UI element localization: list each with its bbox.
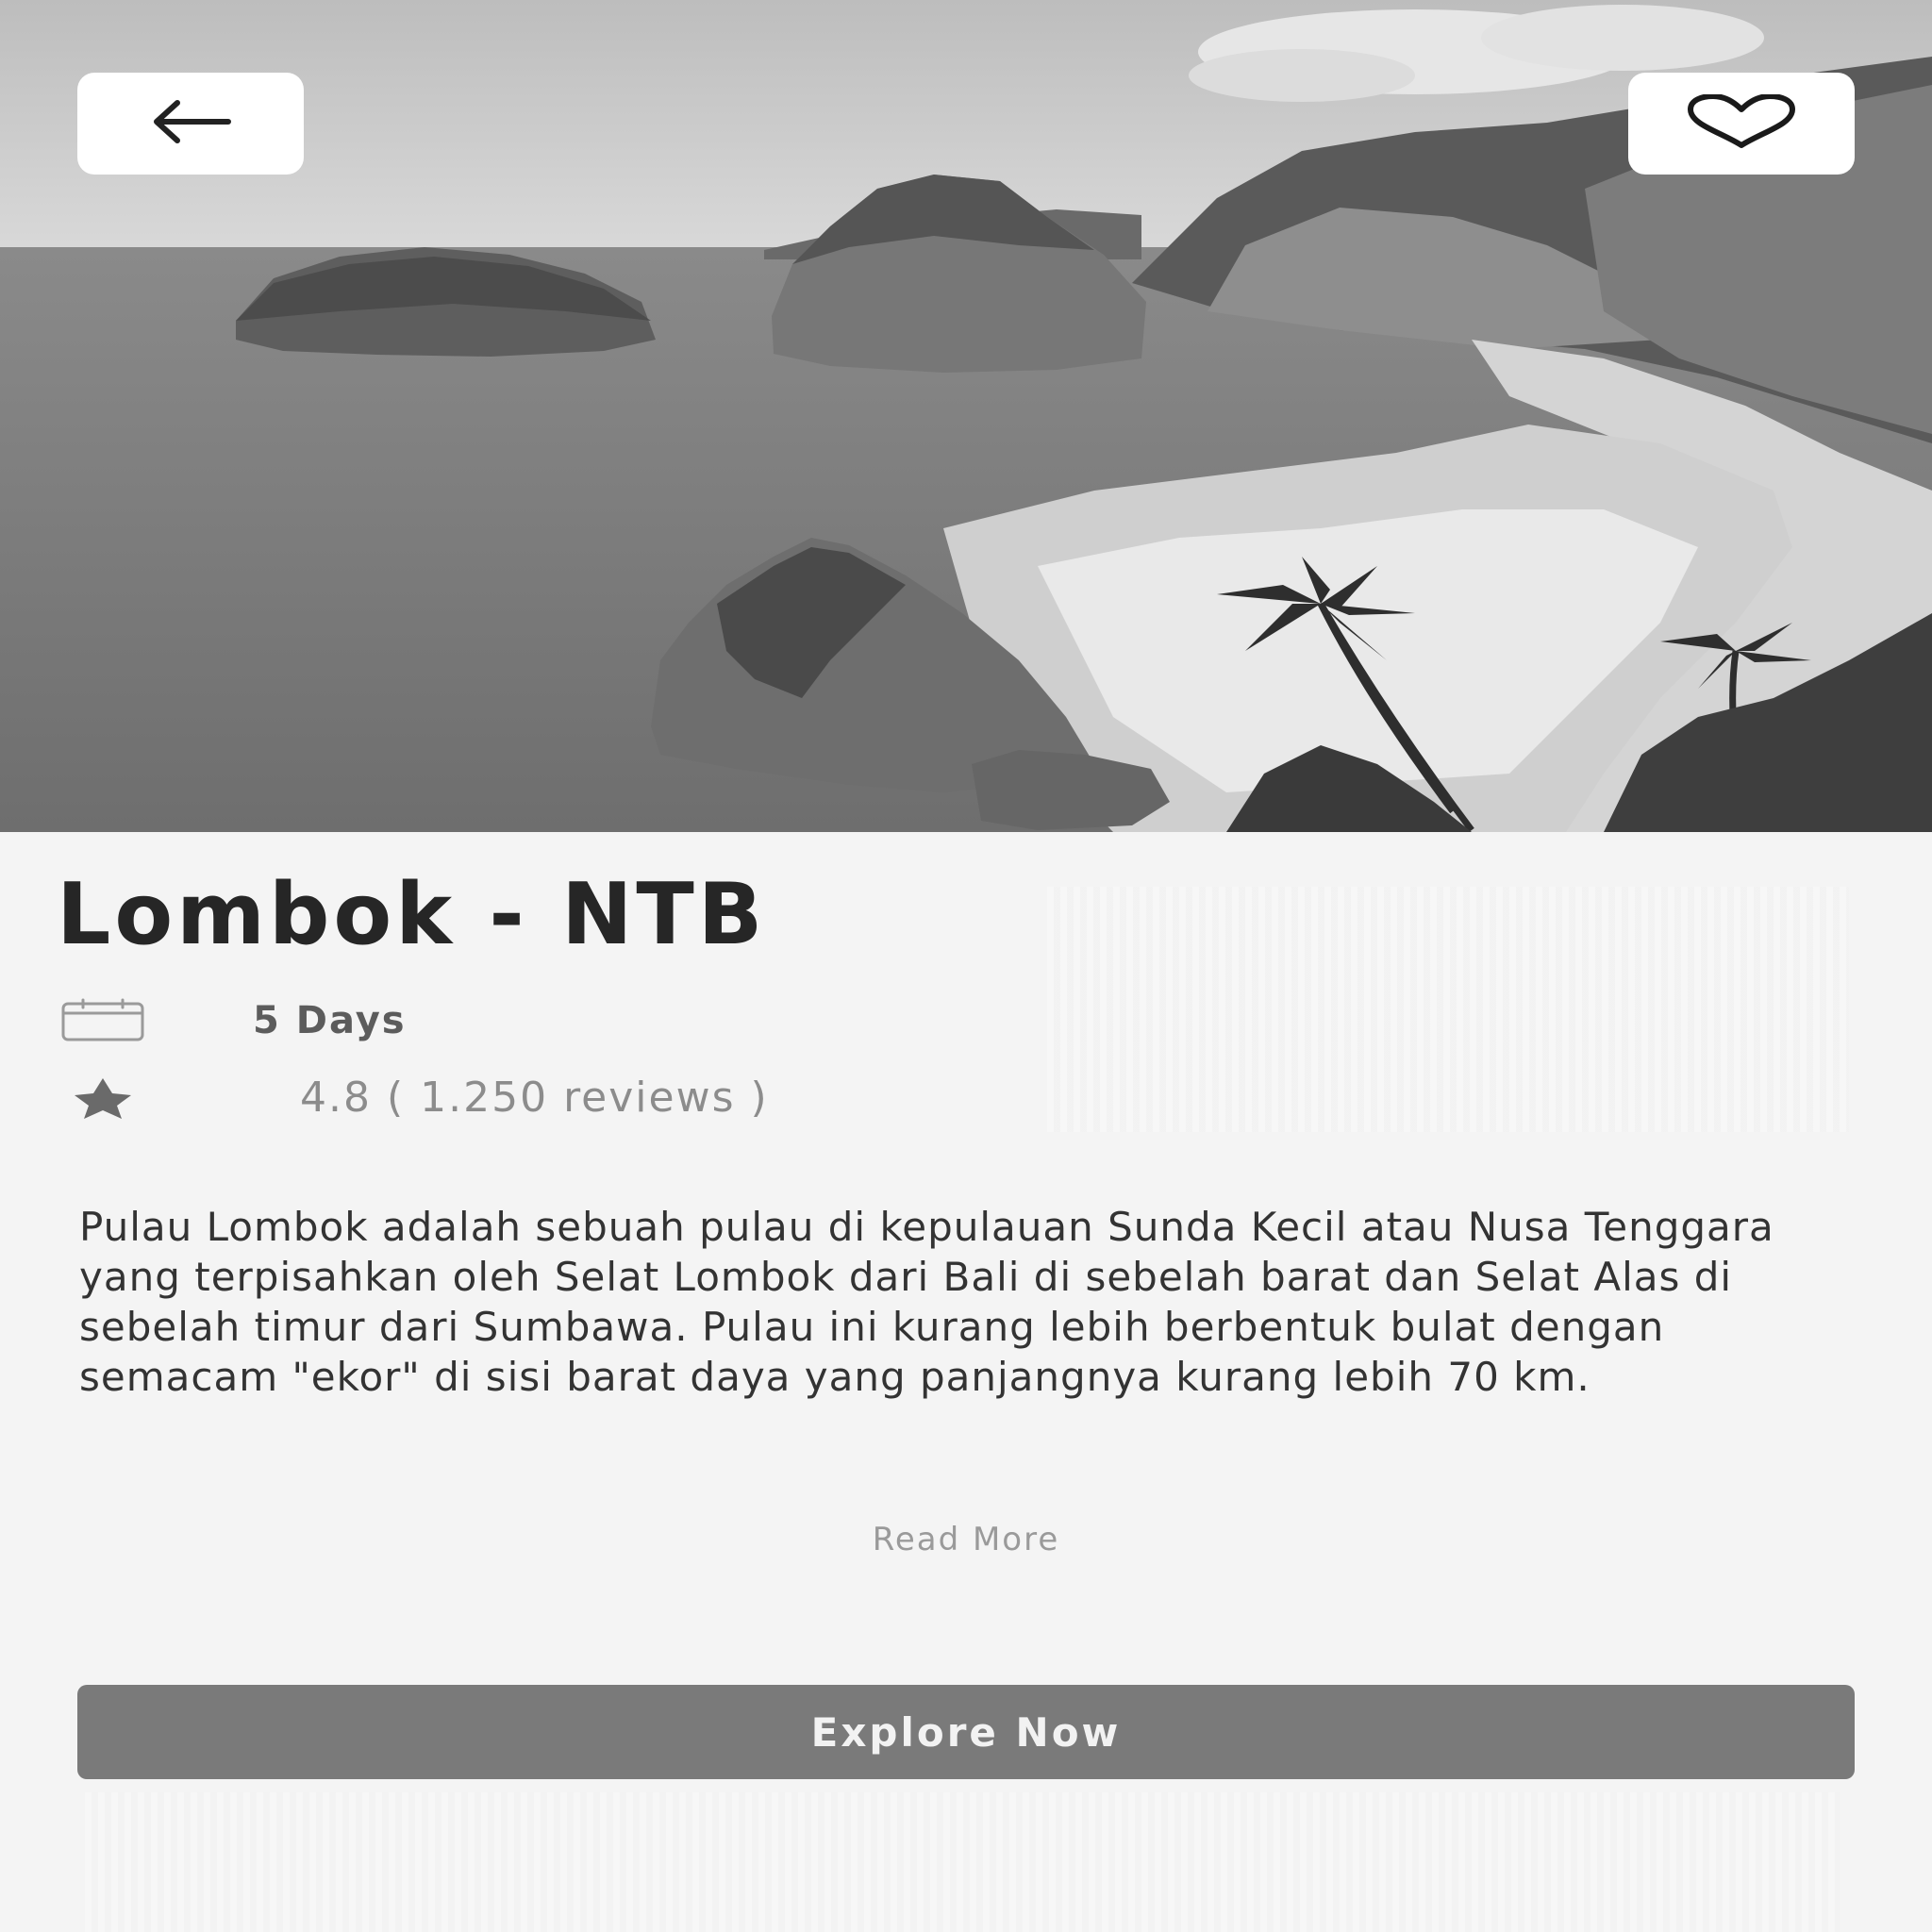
heart-icon — [1683, 92, 1800, 154]
background-watermark — [1047, 887, 1849, 1132]
explore-now-button[interactable]: Explore Now — [77, 1685, 1855, 1779]
destination-description: Pulau Lombok adalah sebuah pulau di kepu… — [79, 1204, 1774, 1400]
destination-title: Lombok - NTB — [57, 865, 767, 964]
rating-text: 4.8 ( 1.250 reviews ) — [300, 1074, 769, 1122]
star-icon — [57, 1075, 149, 1121]
destination-detail-screen: Lombok - NTB 5 Days 4.8 ( 1.250 reviews … — [0, 0, 1932, 1932]
back-button[interactable] — [77, 73, 304, 175]
arrow-left-icon — [149, 99, 232, 149]
rating-row: 4.8 ( 1.250 reviews ) — [57, 1074, 769, 1122]
read-more-link[interactable]: Read More — [0, 1521, 1932, 1558]
duration-row: 5 Days — [57, 998, 407, 1043]
background-watermark — [85, 1792, 1840, 1932]
duration-text: 5 Days — [253, 999, 407, 1042]
calendar-icon — [57, 998, 149, 1043]
favorite-button[interactable] — [1628, 73, 1855, 175]
